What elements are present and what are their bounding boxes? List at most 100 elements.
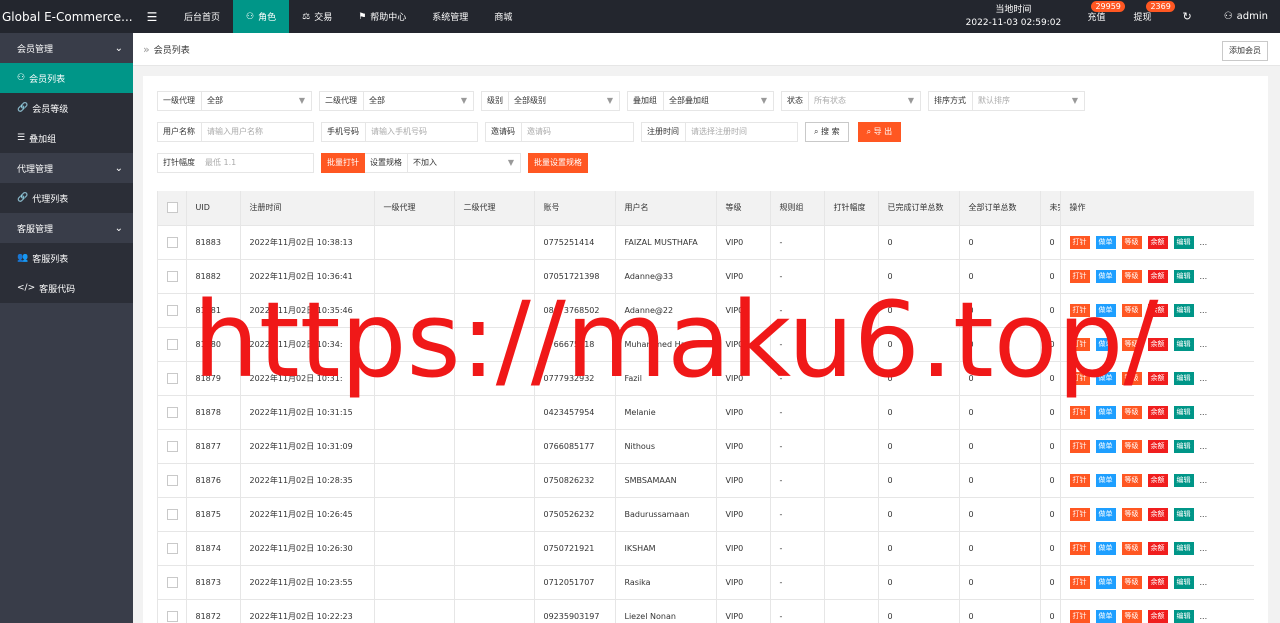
more-actions[interactable]: ... [1200, 510, 1208, 519]
filter-select[interactable]: 所有状态 ▼ [809, 92, 920, 110]
action-button-1[interactable]: 做单 [1095, 575, 1116, 589]
action-button-2[interactable]: 等级 [1121, 371, 1142, 385]
action-button-3[interactable]: 余额 [1147, 405, 1168, 419]
more-actions[interactable]: ... [1200, 408, 1208, 417]
action-button-1[interactable]: 做单 [1095, 235, 1116, 249]
action-button-3[interactable]: 余额 [1147, 609, 1168, 623]
more-actions[interactable]: ... [1200, 272, 1208, 281]
select-all-checkbox[interactable] [167, 202, 178, 214]
action-button-2[interactable]: 等级 [1121, 473, 1142, 487]
topnav-item-2[interactable]: ⚖ 交易 [289, 0, 345, 33]
more-actions[interactable]: ... [1200, 612, 1208, 621]
sidebar-item-0-0[interactable]: ⚇ 会员列表 [0, 63, 133, 93]
action-button-0[interactable]: 打针 [1069, 303, 1090, 317]
action-button-2[interactable]: 等级 [1121, 269, 1142, 283]
action-button-1[interactable]: 做单 [1095, 269, 1116, 283]
row-checkbox[interactable] [167, 440, 178, 452]
action-button-0[interactable]: 打针 [1069, 337, 1090, 351]
action-button-4[interactable]: 编辑 [1173, 405, 1194, 419]
user-menu[interactable]: ⚇ admin [1204, 0, 1280, 33]
action-button-2[interactable]: 等级 [1121, 337, 1142, 351]
sidebar-group-0[interactable]: 会员管理 ⌄ [0, 33, 133, 63]
action-button-4[interactable]: 编辑 [1173, 269, 1194, 283]
more-actions[interactable]: ... [1200, 476, 1208, 485]
topnav-item-1[interactable]: ⚇ 角色 [233, 0, 290, 33]
row-checkbox[interactable] [167, 576, 178, 588]
row-checkbox[interactable] [167, 338, 178, 350]
action-button-3[interactable]: 余额 [1147, 541, 1168, 555]
action-button-3[interactable]: 余额 [1147, 235, 1168, 249]
filter-select[interactable]: 全部 ▼ [364, 92, 473, 110]
action-button-2[interactable]: 等级 [1121, 405, 1142, 419]
filter-select[interactable]: 全部叠加组 ▼ [664, 92, 773, 110]
more-actions[interactable]: ... [1200, 238, 1208, 247]
action-button-3[interactable]: 余额 [1147, 371, 1168, 385]
action-button-4[interactable]: 编辑 [1173, 507, 1194, 521]
add-member-button[interactable]: 添加会员 [1222, 41, 1268, 61]
action-button-4[interactable]: 编辑 [1173, 439, 1194, 453]
action-button-2[interactable]: 等级 [1121, 575, 1142, 589]
range-input[interactable]: 最低 1.1 [200, 154, 241, 172]
action-button-3[interactable]: 余额 [1147, 473, 1168, 487]
action-button-2[interactable]: 等级 [1121, 541, 1142, 555]
action-button-1[interactable]: 做单 [1095, 371, 1116, 385]
action-button-3[interactable]: 余额 [1147, 269, 1168, 283]
withdraw-button[interactable]: 提现 2369 [1124, 0, 1175, 33]
action-button-0[interactable]: 打针 [1069, 405, 1090, 419]
action-button-1[interactable]: 做单 [1095, 609, 1116, 623]
row-checkbox[interactable] [167, 406, 178, 418]
action-button-4[interactable]: 编辑 [1173, 575, 1194, 589]
filter-input[interactable]: 请输入手机号码 [366, 123, 432, 141]
topnav-item-4[interactable]: 系统管理 [419, 0, 481, 33]
action-button-4[interactable]: 编辑 [1173, 609, 1194, 623]
action-button-0[interactable]: 打针 [1069, 269, 1090, 283]
topnav-item-3[interactable]: ⚑ 帮助中心 [345, 0, 419, 33]
action-button-4[interactable]: 编辑 [1173, 235, 1194, 249]
action-button-4[interactable]: 编辑 [1173, 473, 1194, 487]
more-actions[interactable]: ... [1200, 442, 1208, 451]
action-button-1[interactable]: 做单 [1095, 405, 1116, 419]
action-button-3[interactable]: 余额 [1147, 575, 1168, 589]
more-actions[interactable]: ... [1200, 374, 1208, 383]
brand-title[interactable]: Global E-Commerce... [0, 0, 133, 33]
action-button-1[interactable]: 做单 [1095, 507, 1116, 521]
action-button-2[interactable]: 等级 [1121, 507, 1142, 521]
action-button-4[interactable]: 编辑 [1173, 371, 1194, 385]
search-button[interactable]: ⌕ 搜 索 [805, 122, 849, 142]
action-button-0[interactable]: 打针 [1069, 609, 1090, 623]
filter-input[interactable]: 邀请码 [522, 123, 556, 141]
sidebar-item-2-1[interactable]: </> 客服代码 [0, 273, 133, 303]
sidebar-group-2[interactable]: 客服管理 ⌄ [0, 213, 133, 243]
more-actions[interactable]: ... [1200, 340, 1208, 349]
topnav-item-0[interactable]: 后台首页 [171, 0, 233, 33]
action-button-3[interactable]: 余额 [1147, 507, 1168, 521]
filter-input[interactable]: 请选择注册时间 [686, 123, 752, 141]
refresh-icon[interactable]: ↻ [1170, 0, 1203, 33]
row-checkbox[interactable] [167, 508, 178, 520]
action-button-0[interactable]: 打针 [1069, 371, 1090, 385]
action-button-2[interactable]: 等级 [1121, 609, 1142, 623]
action-button-0[interactable]: 打针 [1069, 541, 1090, 555]
filter-select[interactable]: 全部级别 ▼ [509, 92, 619, 110]
more-actions[interactable]: ... [1200, 578, 1208, 587]
action-button-1[interactable]: 做单 [1095, 473, 1116, 487]
action-button-0[interactable]: 打针 [1069, 575, 1090, 589]
action-button-1[interactable]: 做单 [1095, 337, 1116, 351]
more-actions[interactable]: ... [1200, 544, 1208, 553]
action-button-4[interactable]: 编辑 [1173, 337, 1194, 351]
batch-rule-button[interactable]: 批量设置规格 [528, 153, 588, 173]
action-button-1[interactable]: 做单 [1095, 439, 1116, 453]
action-button-4[interactable]: 编辑 [1173, 541, 1194, 555]
row-checkbox[interactable] [167, 610, 178, 622]
export-button[interactable]: ⌕ 导 出 [857, 122, 902, 142]
action-button-2[interactable]: 等级 [1121, 439, 1142, 453]
action-button-0[interactable]: 打针 [1069, 473, 1090, 487]
row-checkbox[interactable] [167, 474, 178, 486]
row-checkbox[interactable] [167, 236, 178, 248]
action-button-1[interactable]: 做单 [1095, 541, 1116, 555]
action-button-3[interactable]: 余额 [1147, 303, 1168, 317]
rule-select[interactable]: 不加入 ▼ [408, 154, 520, 172]
filter-select[interactable]: 默认排序 ▼ [973, 92, 1084, 110]
recharge-button[interactable]: 充值 29959 [1078, 0, 1125, 33]
action-button-4[interactable]: 编辑 [1173, 303, 1194, 317]
